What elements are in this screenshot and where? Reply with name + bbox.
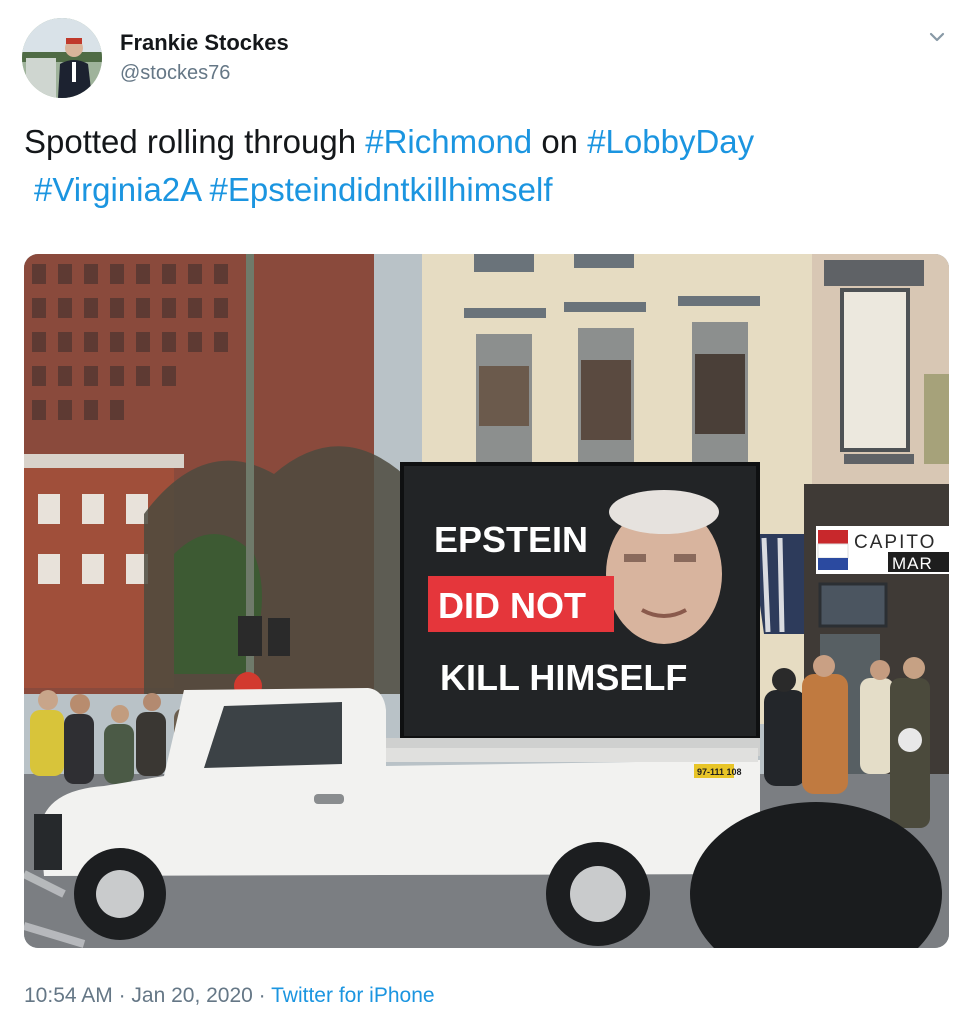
tweet-text: Spotted rolling through #Richmond on #Lo… (24, 118, 924, 214)
store-sign-text-2: MAR (892, 554, 933, 573)
author-name[interactable]: Frankie Stockes (120, 30, 289, 56)
tweet-text-middle: on (532, 123, 588, 160)
tweet-source-link[interactable]: Twitter for iPhone (271, 984, 434, 1007)
truck-plate: 97-111 108 (697, 767, 742, 777)
billboard-sign: EPSTEIN DID NOT KILL HIMSELF (400, 462, 760, 740)
store-sign-text-1: CAPITO (854, 532, 936, 553)
tweet-date[interactable]: Jan 20, 2020 (131, 984, 252, 1007)
tweet-time[interactable]: 10:54 AM (24, 984, 113, 1007)
hashtag-epsteindidntkillhimself[interactable]: #Epsteindidntkillhimself (210, 171, 553, 208)
separator: · (112, 984, 132, 1007)
chevron-down-icon[interactable] (922, 26, 952, 50)
author-handle[interactable]: @stockes76 (120, 62, 230, 85)
sign-line-1: EPSTEIN (434, 519, 588, 560)
tweet-footer: 10:54 AM · Jan 20, 2020 · Twitter for iP… (24, 984, 435, 1008)
photo-scene: CAPITO MAR EPSTEIN DID NOT KILL HIMSELF … (24, 254, 949, 948)
avatar[interactable] (22, 18, 102, 98)
hashtag-lobbyday[interactable]: #LobbyDay (587, 123, 754, 160)
tweet-text-prefix: Spotted rolling through (24, 123, 366, 160)
tweet-photo[interactable]: CAPITO MAR EPSTEIN DID NOT KILL HIMSELF … (24, 254, 949, 948)
tweet: Frankie Stockes @stockes76 Spotted rolli… (0, 0, 979, 1024)
hashtag-richmond[interactable]: #Richmond (365, 123, 532, 160)
sign-line-2: DID NOT (438, 585, 586, 626)
hashtag-virginia2a[interactable]: #Virginia2A (34, 171, 200, 208)
avatar-image (22, 18, 102, 98)
separator: · (252, 984, 272, 1007)
sign-line-3: KILL HIMSELF (440, 657, 687, 698)
